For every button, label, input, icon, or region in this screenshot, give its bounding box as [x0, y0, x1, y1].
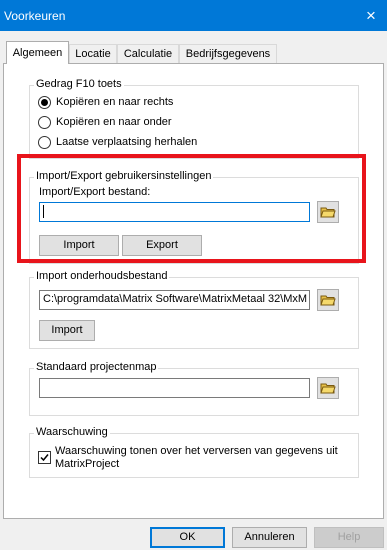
folder-icon	[320, 207, 336, 218]
radio-repeat-last-move-label[interactable]: Laatse verplaatsing herhalen	[56, 136, 197, 148]
warning-group-title: Waarschuwing	[34, 426, 110, 438]
project-folder-input[interactable]	[39, 378, 310, 398]
tab-algemeen[interactable]: Algemeen	[6, 41, 69, 64]
help-label: Help	[337, 531, 361, 543]
ok-label: OK	[179, 531, 196, 543]
tab-panel-algemeen: Gedrag F10 toets Kopiëren en naar rechts…	[3, 63, 384, 519]
cancel-label: Annuleren	[244, 531, 295, 543]
ok-button[interactable]: OK	[150, 527, 225, 548]
import-export-file-label: Import/Export bestand:	[39, 186, 151, 198]
export-settings-button[interactable]: Export	[122, 235, 202, 256]
checkmark-icon	[40, 454, 49, 462]
maintenance-file-input[interactable]: C:\programdata\Matrix Software\MatrixMet…	[39, 290, 310, 310]
browse-project-folder-button[interactable]	[317, 377, 339, 399]
radio-copy-down-label[interactable]: Kopiëren en naar onder	[56, 116, 172, 128]
radio-copy-down[interactable]	[38, 116, 51, 129]
tab-locatie[interactable]: Locatie	[69, 44, 117, 63]
title-bar: Voorkeuren ×	[0, 0, 387, 31]
browse-import-export-button[interactable]	[317, 201, 339, 223]
folder-icon	[320, 383, 336, 394]
warning-checkbox-label-line1[interactable]: Waarschuwing tonen over het verversen va…	[55, 445, 338, 457]
close-icon[interactable]: ×	[355, 0, 387, 31]
maintenance-file-value: C:\programdata\Matrix Software\MatrixMet…	[43, 293, 308, 305]
folder-icon	[320, 295, 336, 306]
tab-label: Calculatie	[123, 48, 173, 60]
radio-repeat-last-move[interactable]	[38, 136, 51, 149]
maintenance-group-title: Import onderhoudsbestand	[34, 270, 170, 282]
warning-checkbox-label-line2[interactable]: MatrixProject	[55, 458, 119, 470]
warning-checkbox[interactable]	[38, 451, 51, 464]
tab-label: Locatie	[75, 48, 111, 60]
cancel-button[interactable]: Annuleren	[232, 527, 307, 548]
import-maintenance-button[interactable]: Import	[39, 320, 95, 341]
tab-label: Algemeen	[12, 47, 63, 59]
import-settings-label: Import	[63, 239, 95, 251]
radio-copy-right[interactable]	[38, 96, 51, 109]
tab-bedrijfsgegevens[interactable]: Bedrijfsgegevens	[179, 44, 277, 63]
import-export-file-input[interactable]	[39, 202, 310, 222]
text-caret	[43, 205, 44, 218]
import-maintenance-label: Import	[51, 324, 83, 336]
project-group-title: Standaard projectenmap	[34, 361, 159, 373]
tab-calculatie[interactable]: Calculatie	[117, 44, 179, 63]
import-settings-button[interactable]: Import	[39, 235, 119, 256]
window-title: Voorkeuren	[4, 9, 66, 23]
import-export-group-title: Import/Export gebruikersinstellingen	[34, 170, 214, 182]
f10-group-title: Gedrag F10 toets	[34, 78, 124, 90]
export-settings-label: Export	[146, 239, 178, 251]
radio-copy-right-label[interactable]: Kopiëren en naar rechts	[56, 96, 173, 108]
browse-maintenance-button[interactable]	[317, 289, 339, 311]
help-button: Help	[314, 527, 384, 548]
tab-label: Bedrijfsgegevens	[185, 48, 271, 60]
